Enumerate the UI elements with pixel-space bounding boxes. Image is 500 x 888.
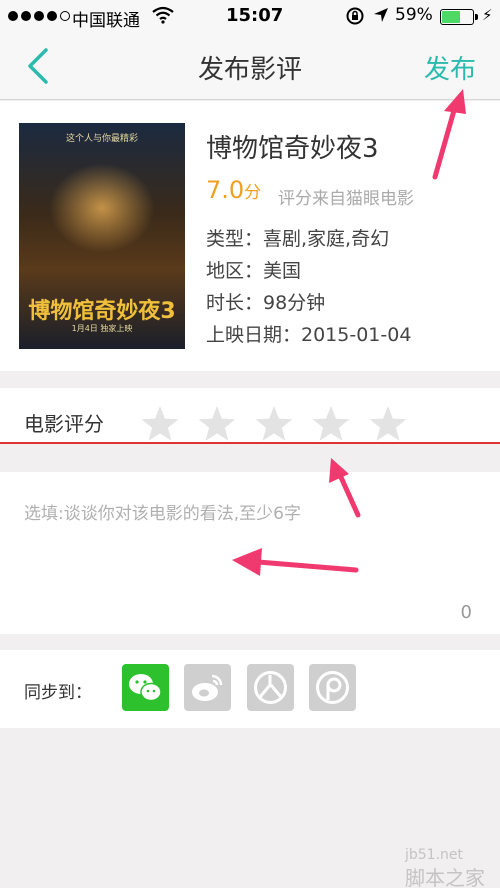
star-icon-2[interactable]: [197, 404, 237, 444]
watermark-name: 脚本之家: [405, 866, 485, 888]
carrier-name: 中国联通: [72, 11, 140, 31]
poster-artwork: [49, 163, 155, 253]
poster-title: 博物馆奇妙夜3: [28, 299, 176, 324]
star-icon-4[interactable]: [311, 404, 351, 444]
rating-unit: 分: [244, 183, 262, 203]
clock: 15:07: [226, 5, 284, 26]
charging-icon: ⚡: [482, 6, 493, 24]
movie-title: 博物馆奇妙夜3: [206, 134, 379, 164]
rotation-lock-icon: [345, 6, 365, 31]
status-bar: 中国联通 15:07 59% ⚡: [0, 0, 500, 32]
poster-tagline: 这个人与你最精彩: [65, 134, 138, 144]
annotation-arrow-comment: [232, 548, 359, 576]
rating-value: 7.0: [206, 176, 245, 204]
wechat-icon: [129, 674, 162, 702]
publish-button[interactable]: 发布: [424, 49, 476, 86]
character-count: 0: [460, 602, 472, 623]
signal-strength-icon: [8, 11, 70, 21]
renren-icon: [254, 671, 287, 704]
annotation-arrow-stars: [329, 458, 361, 518]
battery-tip: [475, 14, 478, 20]
qzone-share-button[interactable]: [309, 664, 356, 711]
movie-poster: 这个人与你最精彩 博物馆奇妙夜3 1月4日 独家上映: [19, 123, 185, 349]
weibo-icon: [192, 674, 223, 701]
qzone-icon: [316, 671, 349, 704]
movie-rating: 7.0分: [206, 176, 261, 204]
weibo-share-button[interactable]: [184, 664, 231, 711]
sync-label: 同步到：: [24, 683, 92, 703]
annotation-arrow-publish: [432, 89, 466, 180]
star-icon-3[interactable]: [254, 404, 294, 444]
star-icon-1[interactable]: [140, 404, 180, 444]
share-sync-row: 同步到：: [0, 650, 500, 728]
rating-row: 电影评分: [0, 388, 500, 444]
wifi-icon: [152, 6, 174, 29]
review-placeholder: 选填:谈谈你对该电影的看法,至少6字: [24, 504, 301, 524]
movie-release-date: 上映日期：2015-01-04: [206, 324, 412, 346]
movie-region: 地区：美国: [206, 260, 302, 282]
wechat-share-button[interactable]: [122, 664, 169, 711]
rating-label: 电影评分: [24, 412, 104, 436]
renren-share-button[interactable]: [247, 664, 294, 711]
battery-percentage: 59%: [395, 5, 433, 25]
location-icon: [372, 6, 390, 29]
movie-duration: 时长：98分钟: [206, 292, 326, 314]
rating-source: 评分来自猫眼电影: [278, 189, 414, 209]
star-icon-5[interactable]: [368, 404, 408, 444]
movie-genre: 类型：喜剧,家庭,奇幻: [206, 228, 390, 250]
poster-release-date: 1月4日 独家上映: [71, 324, 133, 333]
watermark-site: jb51.net: [405, 847, 464, 863]
battery-icon: [440, 9, 474, 25]
